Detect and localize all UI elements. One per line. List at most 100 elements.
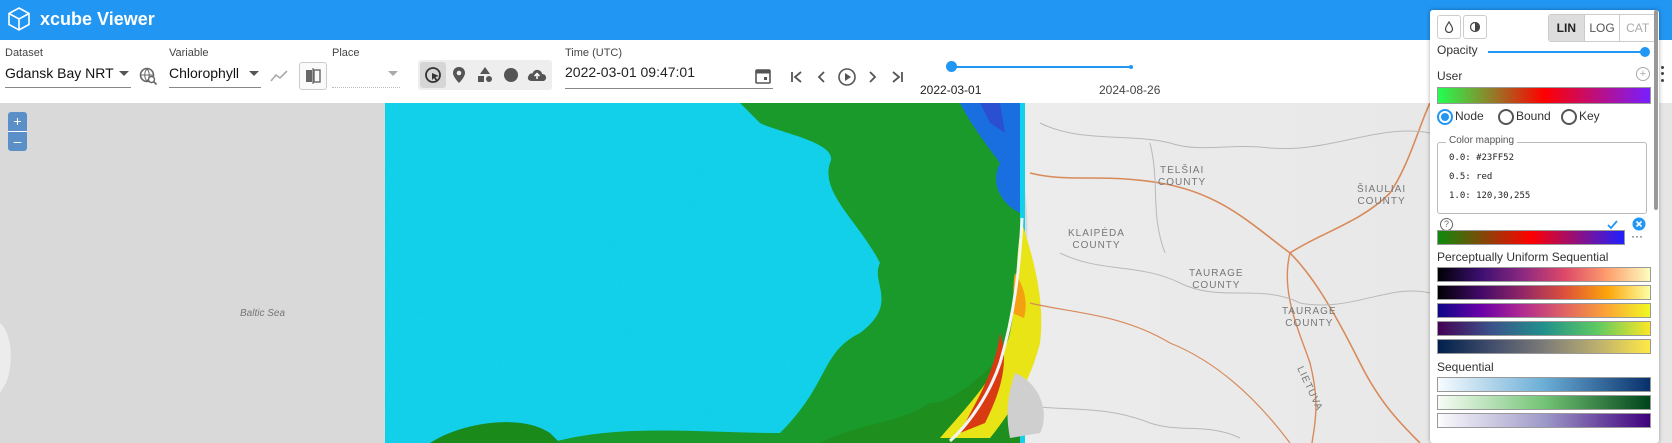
shapes-icon: [478, 67, 492, 82]
dataset-select[interactable]: Gdansk Bay NRT: [5, 65, 131, 88]
colormap-blues[interactable]: [1437, 377, 1651, 392]
chevron-down-icon: [249, 71, 259, 76]
upload-places-button[interactable]: [524, 62, 550, 88]
place-select[interactable]: [332, 65, 400, 88]
user-section-label: User: [1437, 69, 1463, 83]
user-colormap-bar[interactable]: [1437, 87, 1651, 104]
more-vert-icon[interactable]: [1659, 64, 1665, 84]
variable-label: Variable: [169, 47, 209, 59]
colormap-viridis[interactable]: [1437, 321, 1651, 336]
sequential-section-label: Sequential: [1437, 360, 1494, 374]
chevron-down-icon: [119, 71, 129, 76]
selected-colormap-bar[interactable]: [1437, 230, 1625, 245]
add-circle-button[interactable]: [498, 62, 524, 88]
baltic-sea-label: Baltic Sea: [240, 308, 286, 319]
dataset-label: Dataset: [5, 47, 43, 59]
app-bar: xcube Viewer: [0, 0, 1672, 40]
color-bar-panel: LIN LOG CAT Opacity User + Node Bound Ke…: [1430, 10, 1659, 443]
cloud-upload-icon: [527, 69, 547, 81]
radio-node-label: Node: [1455, 109, 1484, 123]
variable-value: Chlorophyll: [169, 65, 240, 81]
trend-line-icon: [270, 70, 288, 82]
chevron-right-icon: [869, 71, 877, 83]
add-polygon-button[interactable]: [472, 62, 498, 88]
mapping-line-3: 1.0: 120,30,255: [1449, 191, 1531, 201]
scale-cat-button[interactable]: CAT: [1620, 15, 1655, 41]
zoom-out-button[interactable]: –: [8, 132, 27, 151]
add-point-button[interactable]: [446, 62, 472, 88]
time-input[interactable]: 2022-03-01 09:47:01: [565, 64, 773, 89]
skip-last-icon: [892, 71, 903, 83]
opacity-slider[interactable]: [1488, 51, 1644, 53]
colormap-magma[interactable]: [1437, 267, 1651, 282]
app-title: xcube Viewer: [40, 9, 155, 29]
chevron-down-icon: [388, 71, 398, 76]
calendar-button[interactable]: [752, 65, 774, 87]
colormap-inferno[interactable]: [1437, 285, 1651, 300]
siauliai-county-label: ŠIAULIAI COUNTY: [1357, 184, 1407, 207]
telsiai-county-label: TELŠIAI COUNTY: [1158, 165, 1207, 188]
time-slider-track[interactable]: [951, 66, 1131, 68]
add-colormap-icon[interactable]: +: [1636, 67, 1650, 81]
reverse-colors-button[interactable]: [1463, 15, 1487, 39]
cursor-select-icon: [425, 67, 441, 83]
skip-first-icon: [791, 71, 802, 83]
first-step-button[interactable]: [786, 66, 808, 88]
radio-node[interactable]: [1437, 109, 1453, 125]
play-button[interactable]: [836, 66, 858, 88]
dataset-info-button[interactable]: [137, 65, 159, 87]
radio-key-label: Key: [1579, 109, 1600, 123]
mapping-line-1: 0.0: #23FF52: [1449, 153, 1515, 163]
colormap-purples[interactable]: [1437, 413, 1651, 428]
variable-select[interactable]: Chlorophyll: [169, 65, 261, 88]
mapping-line-2: 0.5: red: [1449, 172, 1493, 182]
timeseries-button[interactable]: [268, 65, 290, 87]
calendar-icon: [755, 69, 771, 84]
zoom-in-button[interactable]: +: [8, 112, 27, 132]
last-step-button[interactable]: [886, 66, 908, 88]
colormap-cividis[interactable]: [1437, 339, 1651, 354]
opacity-label: Opacity: [1437, 43, 1478, 57]
select-place-button[interactable]: [420, 62, 446, 88]
slider-start-label: 2022-03-01: [920, 83, 982, 97]
place-tools-group: [418, 60, 552, 90]
time-slider-thumb[interactable]: [946, 61, 957, 72]
map-view[interactable]: Baltic Sea TELŠIAI COUNTY ŠIAULIAI COUNT…: [0, 103, 1672, 443]
compare-mode-button[interactable]: [299, 62, 327, 90]
place-label: Place: [332, 47, 360, 59]
scale-log-button[interactable]: LOG: [1585, 15, 1621, 41]
map-canvas: [0, 103, 1672, 443]
taurage-county-label-1: TAURAGE COUNTY: [1189, 268, 1244, 291]
panel-scrollbar[interactable]: [1654, 10, 1658, 210]
next-step-button[interactable]: [861, 66, 883, 88]
cube-logo-icon: [8, 7, 30, 31]
globe-search-icon: [139, 67, 158, 86]
map-pin-icon: [453, 67, 465, 83]
contrast-icon: [1469, 21, 1481, 33]
prev-step-button[interactable]: [811, 66, 833, 88]
colormap-greens[interactable]: [1437, 395, 1651, 410]
colormap-plasma[interactable]: [1437, 303, 1651, 318]
radio-key[interactable]: [1561, 109, 1577, 125]
dataset-value: Gdansk Bay NRT: [5, 65, 114, 81]
radio-bound-label: Bound: [1516, 109, 1551, 123]
uniform-section-label: Perceptually Uniform Sequential: [1437, 250, 1609, 264]
color-mapping-legend: Color mapping: [1446, 135, 1518, 146]
time-value: 2022-03-01 09:47:01: [565, 64, 695, 80]
play-circle-icon: [838, 68, 856, 86]
radio-bound[interactable]: [1498, 109, 1514, 125]
time-slider-end-mark: [1129, 65, 1133, 69]
klaipeda-county-label: KLAIPĖDA COUNTY: [1068, 228, 1125, 251]
show-opacity-button[interactable]: [1437, 15, 1461, 39]
zoom-control: + –: [8, 112, 27, 151]
color-mapping-editor[interactable]: Color mapping 0.0: #23FF52 0.5: red 1.0:…: [1437, 135, 1647, 214]
opacity-slider-thumb[interactable]: [1640, 47, 1650, 57]
split-compare-icon: [306, 68, 321, 84]
taurage-county-label-2: TAURAGE COUNTY: [1282, 306, 1337, 329]
scale-lin-button[interactable]: LIN: [1549, 15, 1585, 41]
time-label: Time (UTC): [565, 47, 623, 59]
slider-end-label: 2024-08-26: [1099, 83, 1161, 97]
drop-icon: [1444, 21, 1454, 33]
more-options-button[interactable]: ···: [1631, 229, 1643, 243]
chevron-left-icon: [817, 71, 825, 83]
